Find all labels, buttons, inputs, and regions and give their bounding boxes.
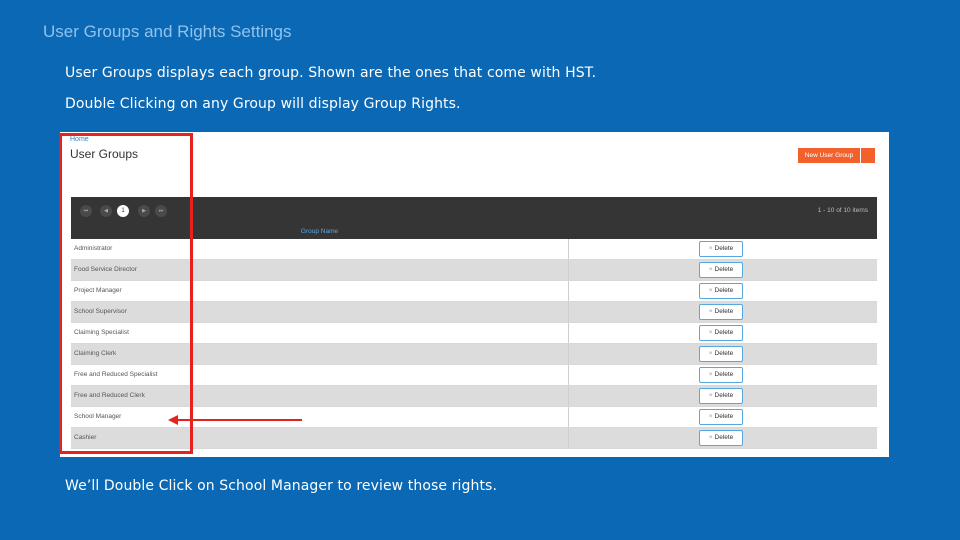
delete-button[interactable]: × Delete [699, 283, 743, 299]
close-icon: × [708, 413, 713, 420]
delete-button[interactable]: × Delete [699, 304, 743, 320]
close-icon: × [708, 287, 713, 294]
column-divider [568, 260, 569, 280]
arrow-head-icon [168, 415, 178, 425]
column-divider [568, 386, 569, 406]
delete-button-label: Delete [714, 413, 734, 420]
delete-button-label: Delete [714, 371, 734, 378]
close-icon: × [708, 308, 713, 315]
close-icon: × [708, 350, 713, 357]
pager-info: 1 - 10 of 10 items [817, 207, 868, 214]
close-icon: × [708, 266, 713, 273]
column-divider [568, 323, 569, 343]
column-divider [568, 302, 569, 322]
delete-button-label: Delete [714, 392, 734, 399]
delete-button[interactable]: × Delete [699, 325, 743, 341]
slide-title: User Groups and Rights Settings [43, 22, 292, 41]
delete-button[interactable]: × Delete [699, 388, 743, 404]
column-divider [568, 281, 569, 301]
delete-button[interactable]: × Delete [699, 367, 743, 383]
new-user-group-dropdown-button[interactable] [861, 148, 875, 163]
delete-button[interactable]: × Delete [699, 430, 743, 446]
close-icon: × [708, 392, 713, 399]
delete-button-label: Delete [714, 329, 734, 336]
close-icon: × [708, 434, 713, 441]
highlight-box [59, 133, 193, 454]
delete-button-label: Delete [714, 308, 734, 315]
delete-button-label: Delete [714, 287, 734, 294]
caption-intro: User Groups displays each group. Shown a… [65, 65, 597, 81]
delete-button[interactable]: × Delete [699, 409, 743, 425]
delete-button-label: Delete [714, 245, 734, 252]
close-icon: × [708, 245, 713, 252]
delete-button-label: Delete [714, 434, 734, 441]
delete-button-label: Delete [714, 350, 734, 357]
arrow-pointer [176, 419, 302, 421]
delete-button-label: Delete [714, 266, 734, 273]
column-divider [568, 344, 569, 364]
delete-button[interactable]: × Delete [699, 241, 743, 257]
column-divider [568, 428, 569, 448]
delete-button[interactable]: × Delete [699, 346, 743, 362]
delete-button[interactable]: × Delete [699, 262, 743, 278]
close-icon: × [708, 371, 713, 378]
column-divider [568, 407, 569, 427]
new-user-group-button[interactable]: New User Group [798, 148, 860, 163]
column-divider [568, 365, 569, 385]
column-divider [568, 239, 569, 259]
caption-double-click: Double Clicking on any Group will displa… [65, 96, 461, 112]
close-icon: × [708, 329, 713, 336]
caption-school-manager: We’ll Double Click on School Manager to … [65, 478, 497, 494]
